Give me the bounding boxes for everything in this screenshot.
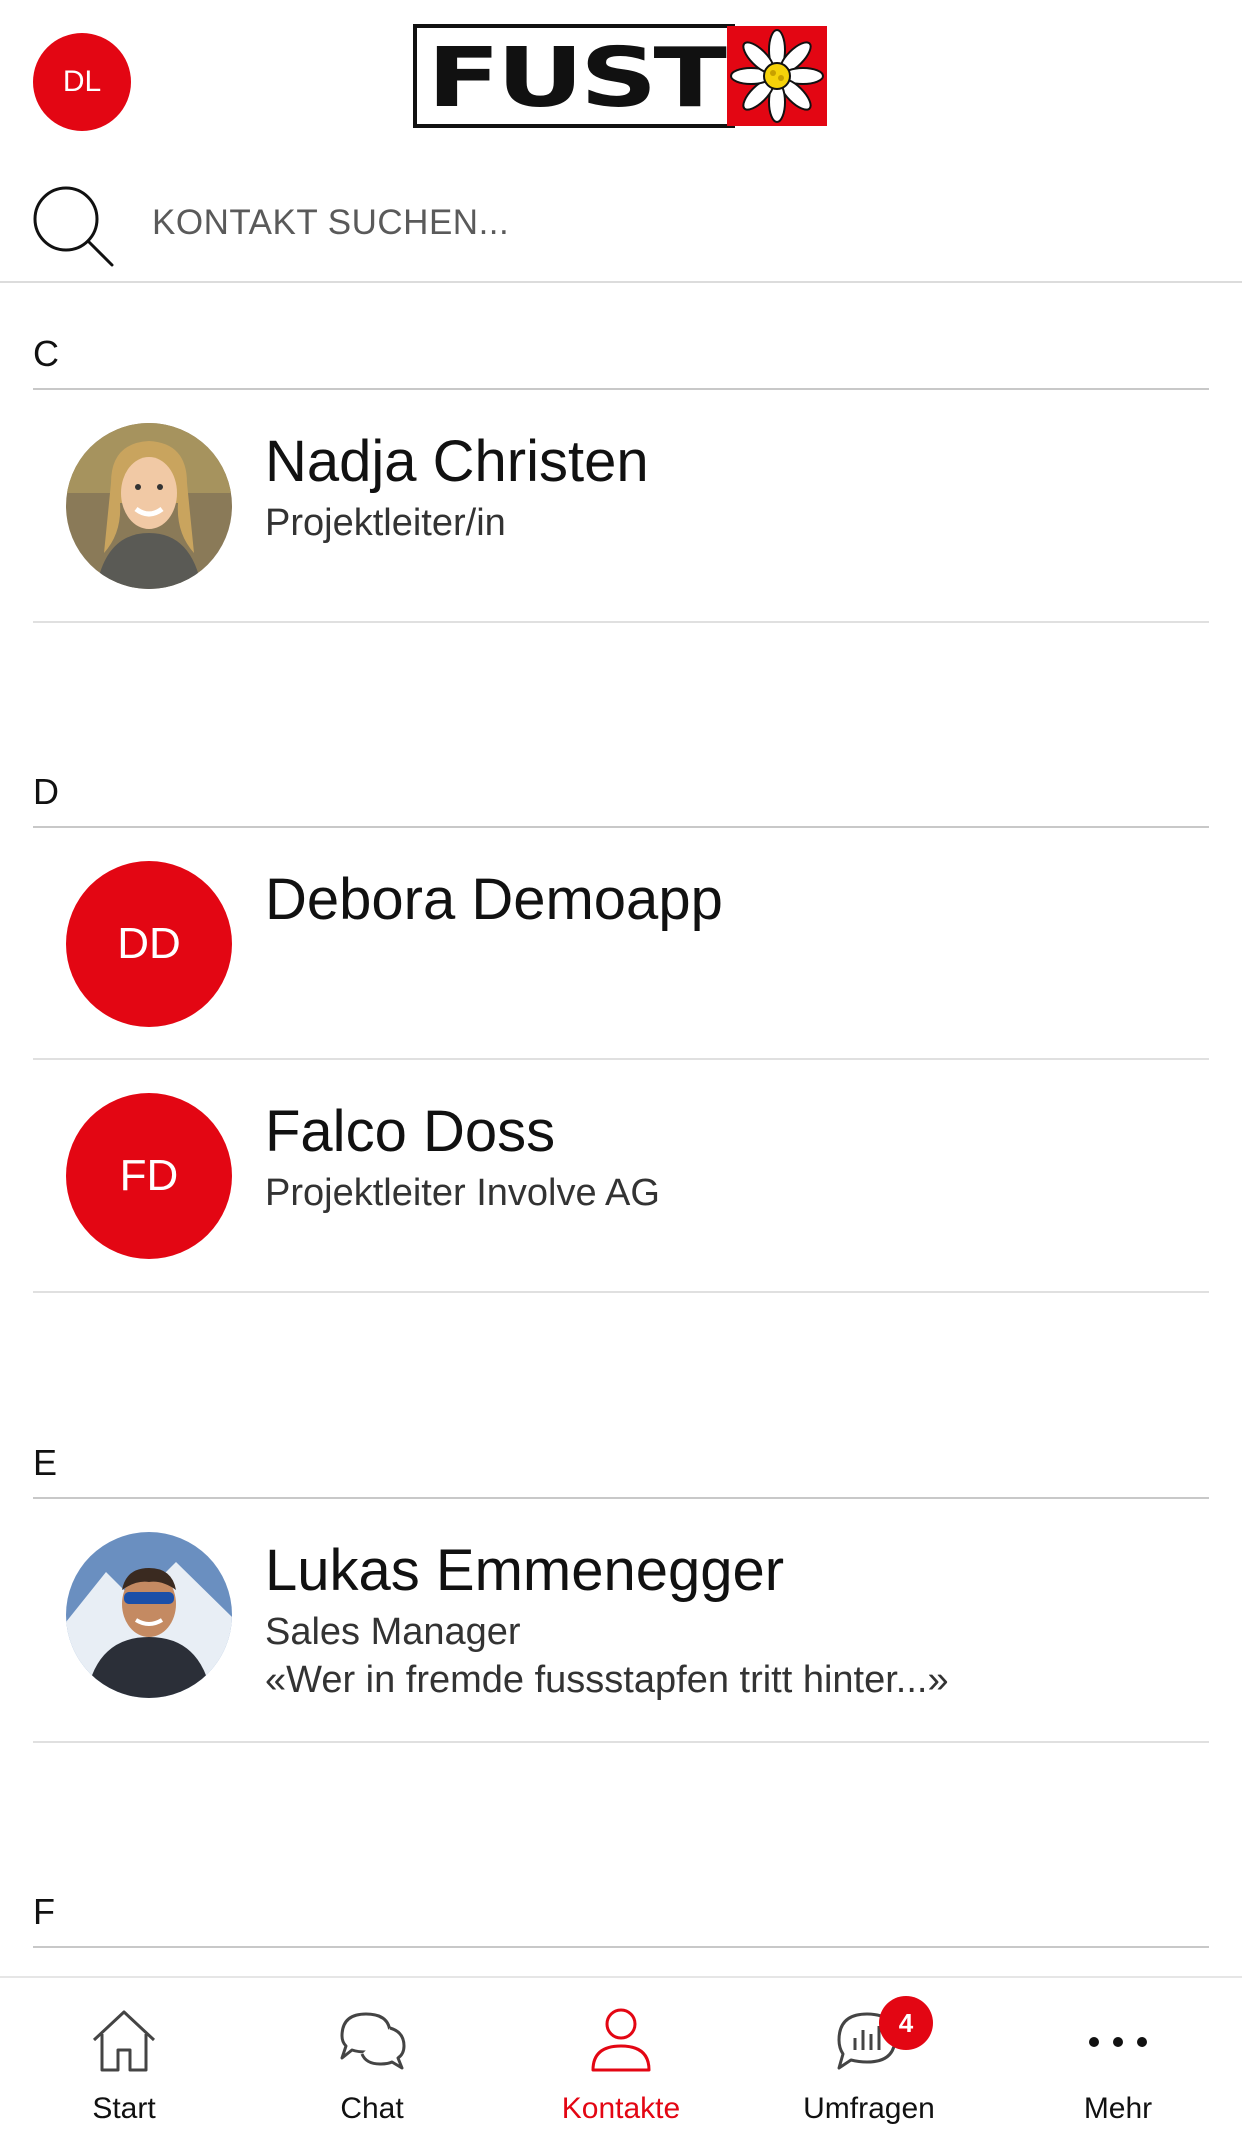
section-header-c: C bbox=[33, 333, 59, 374]
app-header: DL FUST bbox=[0, 0, 1242, 165]
search-icon[interactable] bbox=[30, 183, 118, 271]
bottom-navigation: Start Chat Kontakte 4 Umfragen Mehr bbox=[0, 1976, 1242, 2144]
user-initials: DL bbox=[62, 65, 102, 98]
svg-text:FUST: FUST bbox=[427, 31, 727, 126]
person-icon bbox=[591, 2008, 651, 2072]
contact-row[interactable]: DD Debora Demoapp bbox=[33, 828, 1209, 1060]
contact-row[interactable]: Lukas Emmenegger Sales Manager «Wer in f… bbox=[33, 1499, 1209, 1731]
nav-kontakte[interactable]: Kontakte bbox=[497, 1978, 745, 2144]
contact-role: Projektleiter Involve AG bbox=[265, 1172, 660, 1214]
contact-row[interactable]: FD Falco Doss Projektleiter Involve AG bbox=[33, 1060, 1209, 1292]
nav-label-mehr: Mehr bbox=[1083, 2092, 1153, 2125]
contact-role: Sales Manager bbox=[265, 1611, 521, 1653]
chat-icon bbox=[340, 2012, 406, 2070]
row-divider bbox=[33, 621, 1209, 623]
home-icon bbox=[92, 2010, 156, 2072]
avatar: FD bbox=[66, 1093, 232, 1259]
avatar-initials: FD bbox=[119, 1151, 179, 1200]
contact-row[interactable]: Nadja Christen Projektleiter/in bbox=[33, 390, 1209, 622]
nav-chat[interactable]: Chat bbox=[248, 1978, 496, 2144]
row-divider bbox=[33, 1741, 1209, 1743]
section-header-f: F bbox=[33, 1891, 55, 1932]
more-icon bbox=[1089, 2037, 1147, 2047]
nav-label-kontakte: Kontakte bbox=[561, 2092, 681, 2125]
nav-label-start: Start bbox=[92, 2092, 156, 2125]
search-bar bbox=[0, 165, 1242, 283]
avatar: DD bbox=[66, 861, 232, 1027]
contact-photo bbox=[66, 1532, 232, 1698]
search-input[interactable] bbox=[152, 195, 1202, 251]
avatar bbox=[66, 1532, 232, 1698]
contact-name: Lukas Emmenegger bbox=[265, 1538, 785, 1603]
nav-start[interactable]: Start bbox=[0, 1978, 248, 2144]
contact-status: «Wer in fremde fussstapfen tritt hinter.… bbox=[265, 1659, 949, 1701]
contact-name: Nadja Christen bbox=[265, 429, 649, 494]
fust-logo: FUST bbox=[413, 24, 827, 128]
contact-name: Falco Doss bbox=[265, 1099, 556, 1164]
contact-name: Debora Demoapp bbox=[265, 867, 723, 932]
avatar-initials: DD bbox=[117, 919, 181, 968]
section-header-d: D bbox=[33, 771, 59, 812]
contact-photo bbox=[66, 423, 232, 589]
nav-umfragen[interactable]: 4 Umfragen bbox=[745, 1978, 993, 2144]
avatar bbox=[66, 423, 232, 589]
nav-label-chat: Chat bbox=[340, 2092, 404, 2125]
nav-label-umfragen: Umfragen bbox=[803, 2092, 935, 2125]
row-divider bbox=[33, 1291, 1209, 1293]
contact-role: Projektleiter/in bbox=[265, 502, 506, 544]
section-header-e: E bbox=[33, 1442, 58, 1483]
notification-badge: 4 bbox=[879, 1996, 933, 2050]
nav-mehr[interactable]: Mehr bbox=[994, 1978, 1242, 2144]
user-avatar[interactable]: DL bbox=[33, 33, 131, 131]
section-divider bbox=[33, 1946, 1209, 1948]
